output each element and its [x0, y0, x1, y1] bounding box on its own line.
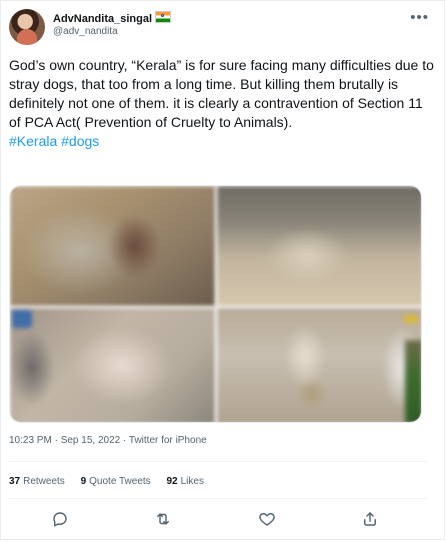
tweet-stats: 37 Retweets 9 Quote Tweets 92 Likes [9, 475, 217, 488]
share-icon [364, 512, 376, 526]
author-handle[interactable]: @adv_nandita [53, 25, 118, 38]
action-bar [49, 508, 385, 530]
avatar[interactable] [9, 9, 45, 45]
india-flag-icon [155, 11, 172, 23]
share-button[interactable] [359, 508, 381, 530]
author-name-text[interactable]: AdvNandita_singal [53, 13, 152, 25]
retweets-count: 37 [9, 476, 21, 487]
reply-button[interactable] [49, 508, 71, 530]
media-image-3[interactable] [10, 308, 215, 422]
reply-icon [53, 512, 67, 527]
hashtags[interactable]: #Kerala #dogs [9, 132, 434, 151]
author-name[interactable]: AdvNandita_singal [53, 11, 172, 26]
divider-bottom [9, 498, 427, 499]
like-button[interactable] [256, 508, 278, 530]
more-options-icon[interactable]: ••• [410, 10, 429, 25]
retweet-button[interactable] [152, 508, 174, 530]
yellow-vehicle-shape [404, 315, 418, 323]
tweet-text: God’s own country, “Kerala” is for sure … [9, 57, 434, 130]
divider-top [9, 461, 427, 462]
tweet-body: God’s own country, “Kerala” is for sure … [9, 56, 434, 151]
like-icon [259, 513, 275, 526]
retweets-stat[interactable]: 37 Retweets [9, 475, 65, 488]
media-image-4[interactable] [217, 308, 421, 422]
quote-tweets-label: Quote Tweets [89, 476, 151, 487]
quote-tweets-count: 9 [80, 476, 87, 487]
likes-stat[interactable]: 92 Likes [166, 475, 203, 488]
quote-tweets-stat[interactable]: 9 Quote Tweets [81, 475, 151, 488]
media-image-1[interactable] [10, 186, 215, 306]
tree-shape [405, 340, 421, 422]
likes-label: Likes [180, 476, 204, 487]
blue-vehicle-shape [12, 310, 32, 328]
likes-count: 92 [166, 476, 178, 487]
retweets-label: Retweets [23, 476, 65, 487]
retweet-icon [157, 513, 169, 525]
tweet-card: AdvNandita_singal @adv_nandita ••• God’s… [0, 0, 445, 540]
media-image-2[interactable] [217, 186, 421, 306]
tweet-metadata[interactable]: 10:23 PM · Sep 15, 2022 · Twitter for iP… [9, 434, 207, 447]
tweet-media-grid[interactable] [9, 185, 422, 423]
